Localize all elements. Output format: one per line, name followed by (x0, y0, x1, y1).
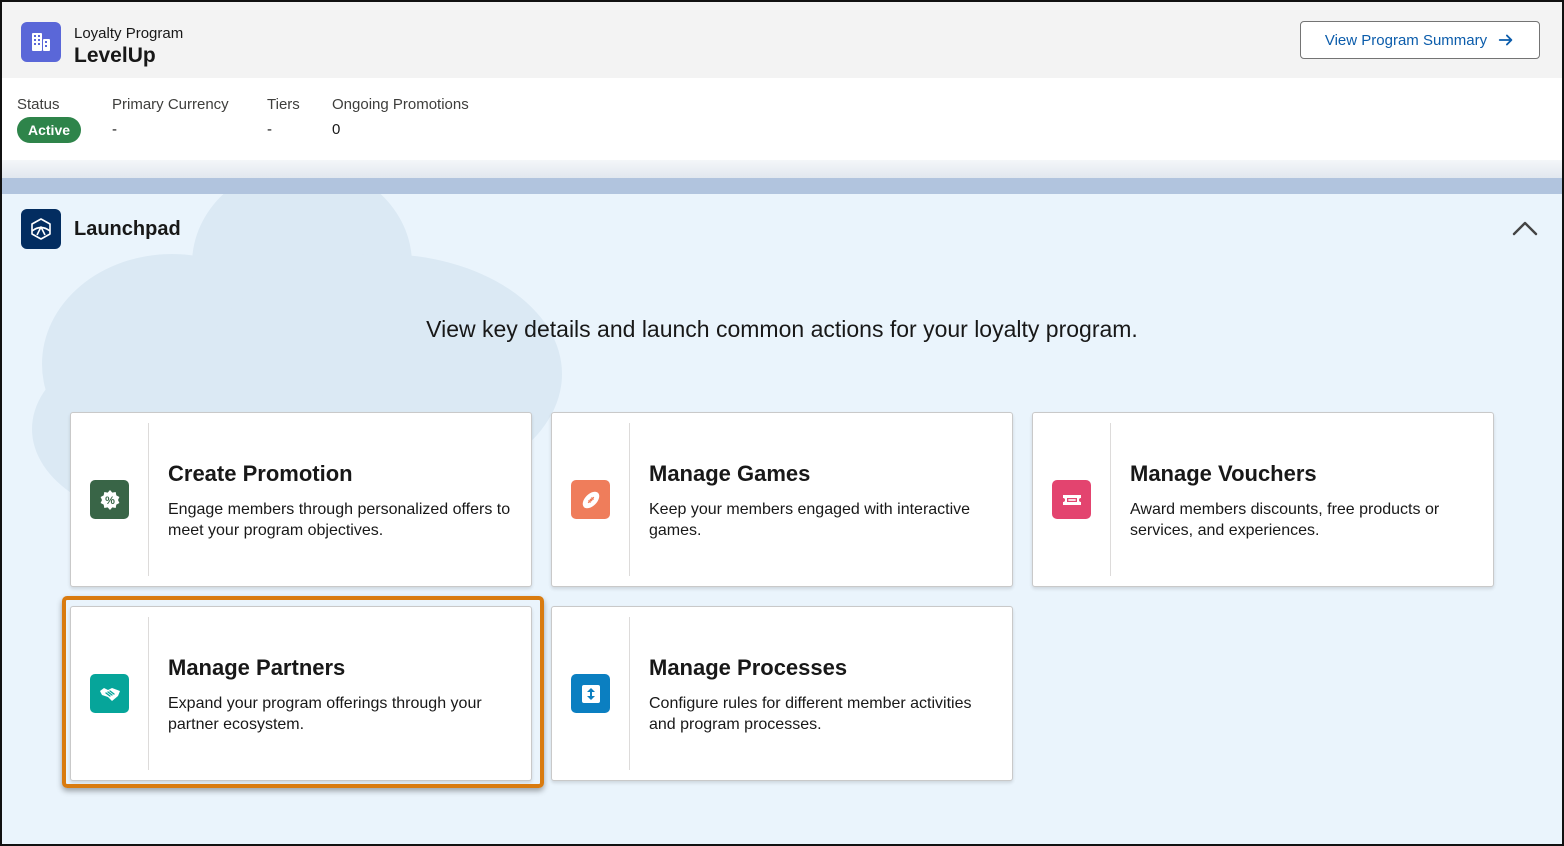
football-icon (571, 480, 610, 519)
card-title: Manage Games (649, 461, 811, 486)
launchpad-section: Launchpad View key details and launch co… (2, 194, 1562, 844)
record-type-label: Loyalty Program (74, 25, 184, 42)
app-frame: Loyalty Program LevelUp View Program Sum… (0, 0, 1564, 846)
launchpad-description: View key details and launch common actio… (426, 316, 1138, 342)
launchpad-icon (21, 209, 61, 249)
voucher-icon (1052, 480, 1091, 519)
ongoing-promotions-value: 0 (332, 121, 341, 138)
card-description: Award members discounts, free products o… (1130, 501, 1440, 539)
status-badge: Active (17, 117, 82, 143)
chevron-up-icon (1512, 221, 1538, 236)
card-title: Manage Processes (649, 655, 848, 680)
arrow-right-icon (1498, 34, 1513, 46)
ongoing-promotions-field: Ongoing Promotions 0 (332, 96, 469, 138)
tiers-value: - (267, 121, 272, 138)
card-description: Configure rules for different member act… (649, 695, 972, 733)
tiers-label: Tiers (267, 96, 300, 113)
card-description: Keep your members engaged with interacti… (649, 501, 971, 539)
manage-partners-card[interactable]: Manage Partners Expand your program offe… (70, 606, 532, 781)
record-title: LevelUp (74, 44, 156, 67)
loyalty-program-icon (21, 22, 61, 62)
card-divider (148, 617, 149, 770)
record-header: Loyalty Program LevelUp View Program Sum… (2, 2, 1562, 78)
section-separator (2, 160, 1562, 180)
launchpad-title: Launchpad (74, 218, 181, 240)
status-label: Status (17, 96, 60, 113)
promotion-icon: % (90, 480, 129, 519)
highlights-panel: Status Active Primary Currency - Tiers -… (2, 78, 1562, 160)
primary-currency-field: Primary Currency - (112, 96, 229, 138)
manage-processes-card[interactable]: Manage Processes Configure rules for dif… (551, 606, 1013, 781)
card-divider (629, 617, 630, 770)
section-separator-band (2, 178, 1562, 194)
process-icon (571, 674, 610, 713)
collapse-section-button[interactable] (1510, 216, 1540, 240)
manage-vouchers-card[interactable]: Manage Vouchers Award members discounts,… (1032, 412, 1494, 587)
view-program-summary-label: View Program Summary (1324, 31, 1488, 49)
create-promotion-card[interactable]: % Create Promotion Engage members throug… (70, 412, 532, 587)
svg-text:%: % (105, 495, 115, 507)
tiers-field: Tiers - (267, 96, 300, 138)
ongoing-promotions-label: Ongoing Promotions (332, 96, 469, 113)
card-title: Manage Vouchers (1130, 461, 1317, 486)
card-divider (1110, 423, 1111, 576)
card-divider (148, 423, 149, 576)
primary-currency-value: - (112, 121, 117, 138)
status-field: Status Active (17, 96, 82, 143)
card-title: Manage Partners (168, 655, 346, 680)
manage-games-card[interactable]: Manage Games Keep your members engaged w… (551, 412, 1013, 587)
view-program-summary-button[interactable]: View Program Summary (1300, 21, 1540, 59)
primary-currency-label: Primary Currency (112, 96, 229, 113)
handshake-icon (90, 674, 129, 713)
card-description: Engage members through personalized offe… (168, 501, 511, 539)
card-description: Expand your program offerings through yo… (168, 695, 482, 733)
card-title: Create Promotion (168, 461, 353, 486)
card-divider (629, 423, 630, 576)
